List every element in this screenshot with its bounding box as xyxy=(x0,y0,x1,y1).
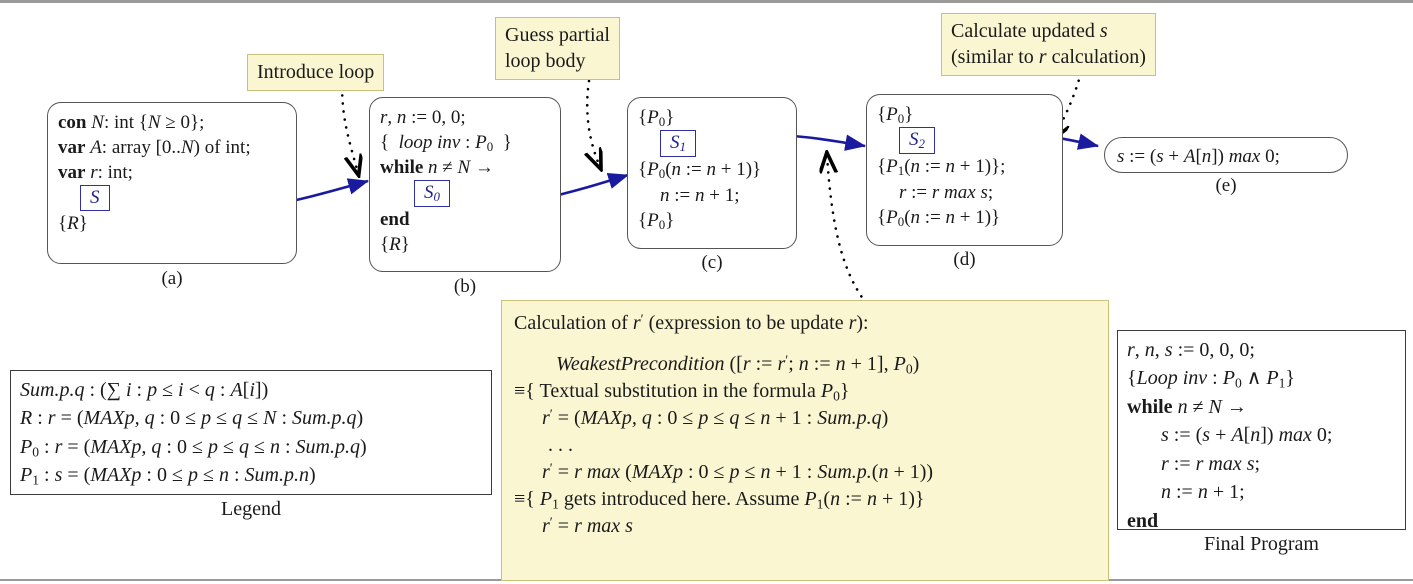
calculation-line-2: ≡{ Textual substitution in the formula P… xyxy=(514,380,850,404)
calculation-spacer xyxy=(514,336,1096,350)
legend-box: Sum.p.q : (∑ i : p ≤ i < q : A[i]) R : r… xyxy=(10,370,492,495)
step-box-a: con N: int {N ≥ 0}; var A: array [0..N) … xyxy=(47,102,297,264)
calculation-line-5: r′ = r max (MAXp : 0 ≤ p ≤ n + 1 : Sum.p… xyxy=(542,460,934,483)
step-b-line-1: r, n := 0, 0; xyxy=(380,107,466,128)
legend-line-3: P0 : r = (MAXp, q : 0 ≤ p ≤ q ≤ n : Sum.… xyxy=(20,435,367,460)
final-program-label: Final Program xyxy=(1204,533,1319,555)
legend-line-2: R : r = (MAXp, q : 0 ≤ p ≤ q ≤ N : Sum.p… xyxy=(20,407,364,430)
callout-calculate-updated-s-line-2: (similar to r calculation) xyxy=(951,46,1146,68)
step-a-line-5: {R} xyxy=(58,213,88,235)
step-caption-a: (a) xyxy=(161,268,183,289)
calculation-line-3: r′ = (MAXp, q : 0 ≤ p ≤ q ≤ n + 1 : Sum.… xyxy=(542,406,889,429)
step-a-line-2: var A: array [0..N) of int; xyxy=(58,137,251,159)
callout-guess-partial-line-2: loop body xyxy=(505,50,586,72)
step-box-b: r, n := 0, 0; { loop inv : P0 } while n … xyxy=(369,97,561,272)
step-box-d: {P0} S2 {P1(n := n + 1)}; r := r max s; … xyxy=(866,94,1063,246)
statement-placeholder-S0: S0 xyxy=(414,180,450,208)
calculation-line-1: WeakestPrecondition ([r := r′; n := n + … xyxy=(556,352,920,377)
calculation-heading: Calculation of r′ (expression to be upda… xyxy=(514,311,869,334)
statement-placeholder-S2: S2 xyxy=(899,127,935,155)
final-program-line-1: r, n, s := 0, 0, 0; xyxy=(1127,339,1255,361)
final-program-line-7: end xyxy=(1127,509,1159,532)
step-c-line-4: n := n + 1; xyxy=(660,184,740,206)
step-e-line-1: s := (s + A[n]) max 0; xyxy=(1117,146,1280,167)
callout-introduce-loop: Introduce loop xyxy=(247,54,385,91)
final-program-line-5: r := r max s; xyxy=(1161,452,1261,475)
legend-line-4: P1 : s = (MAXp : 0 ≤ p ≤ n : Sum.p.n) xyxy=(20,464,316,488)
step-d-line-1: {P0} xyxy=(877,104,914,127)
statement-placeholder-S: S xyxy=(80,185,110,212)
final-program-line-2: {Loop inv : P0 ∧ P1} xyxy=(1127,367,1296,391)
callout-guess-partial-line-1: Guess partial xyxy=(505,24,610,46)
step-caption-e: (e) xyxy=(1215,175,1237,196)
step-c-line-1: {P0} xyxy=(638,107,675,130)
calculation-line-7: r′ = r max s xyxy=(542,514,633,537)
step-caption-d: (d) xyxy=(953,249,976,270)
step-caption-c: (c) xyxy=(701,252,723,273)
step-d-line-4: r := r max s; xyxy=(899,181,994,203)
callout-introduce-loop-line-1: Introduce loop xyxy=(257,61,375,83)
step-box-e: s := (s + A[n]) max 0; xyxy=(1104,137,1348,173)
connector-guess-partial-link xyxy=(587,79,600,167)
step-c-line-5: {P0} xyxy=(638,209,675,232)
step-d-line-3: {P1(n := n + 1)}; xyxy=(877,156,1006,179)
step-a-line-1: con N: int {N ≥ 0}; xyxy=(58,112,205,133)
step-b-line-6: {R} xyxy=(380,234,410,256)
final-program-line-6: n := n + 1; xyxy=(1161,481,1245,504)
final-program-line-4: s := (s + A[n]) max 0; xyxy=(1161,424,1333,447)
calculation-line-6: ≡{ P1 gets introduced here. Assume P1(n … xyxy=(514,488,925,512)
connector-calculation-link xyxy=(827,155,868,305)
step-caption-b: (b) xyxy=(453,276,477,297)
step-b-line-2: { loop inv : P0 } xyxy=(380,132,512,155)
final-program-line-3: while n ≠ N → xyxy=(1127,396,1247,419)
step-c-line-3: {P0(n := n + 1)} xyxy=(638,159,762,182)
statement-placeholder-S1: S1 xyxy=(660,130,696,158)
legend-label: Legend xyxy=(221,498,281,520)
calculation-line-4: . . . xyxy=(548,434,573,456)
step-b-line-3: while n ≠ N → xyxy=(380,157,494,179)
step-b-line-5: end xyxy=(380,209,410,231)
step-a-line-3: var r: int; xyxy=(58,162,133,184)
legend-line-1: Sum.p.q : (∑ i : p ≤ i < q : A[i]) xyxy=(20,379,269,401)
figure-canvas: Introduce loop Guess partial loop body C… xyxy=(0,3,1413,581)
callout-calculate-updated-s-line-1: Calculate updated s xyxy=(951,20,1108,42)
calculation-panel: Calculation of r′ (expression to be upda… xyxy=(501,300,1109,581)
final-program-box: r, n, s := 0, 0, 0; {Loop inv : P0 ∧ P1}… xyxy=(1117,330,1406,532)
callout-calculate-updated-s: Calculate updated s (similar to r calcul… xyxy=(941,13,1156,76)
step-box-c: {P0} S1 {P0(n := n + 1)} n := n + 1; {P0… xyxy=(627,97,797,249)
callout-guess-partial-loop-body: Guess partial loop body xyxy=(495,17,620,80)
step-d-line-5: {P0(n := n + 1)} xyxy=(877,206,1001,229)
